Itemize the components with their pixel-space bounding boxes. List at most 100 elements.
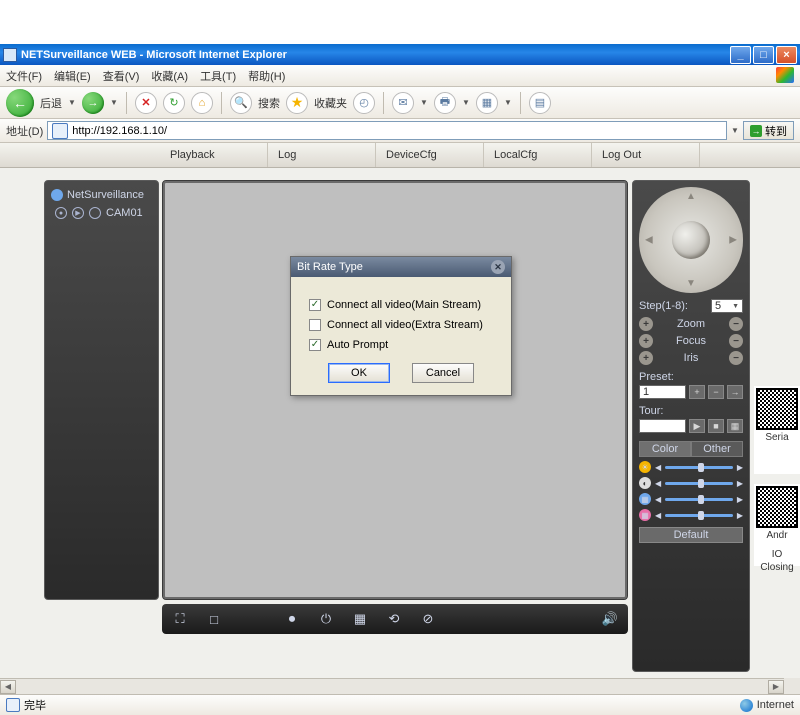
iris-out-button[interactable]: −	[729, 351, 743, 365]
preset-go-button[interactable]: →	[727, 385, 743, 399]
tab-logout[interactable]: Log Out	[592, 143, 700, 167]
connect-icon[interactable]: ⟲	[384, 610, 404, 628]
menu-help[interactable]: 帮助(H)	[248, 68, 285, 84]
single-view-icon[interactable]: □	[204, 610, 224, 628]
zone-text: Internet	[757, 699, 794, 711]
main-stream-checkbox[interactable]: ✓Connect all video(Main Stream)	[309, 299, 493, 311]
refresh-button[interactable]: ↻	[163, 92, 185, 114]
ptz-right-icon[interactable]: ▶	[729, 235, 737, 246]
ptz-center[interactable]	[672, 221, 710, 259]
minimize-button[interactable]: _	[730, 46, 751, 64]
go-label: 转到	[765, 123, 787, 139]
ptz-joystick[interactable]: ▲ ▼ ▶ ◀	[639, 187, 743, 293]
volume-icon[interactable]: 🔊	[600, 610, 620, 628]
color-tab[interactable]: Color	[639, 441, 691, 457]
preset-add-button[interactable]: +	[689, 385, 705, 399]
favorites-label: 收藏夹	[314, 95, 347, 111]
app-content: Playback Log DeviceCfg LocalCfg Log Out …	[0, 143, 800, 694]
mail-button[interactable]: ✉	[392, 92, 414, 114]
menu-view[interactable]: 查看(V)	[103, 68, 140, 84]
address-input[interactable]: http://192.168.1.10/	[47, 121, 727, 140]
menu-favorites[interactable]: 收藏(A)	[151, 68, 188, 84]
tab-playback[interactable]: Playback	[160, 143, 268, 167]
extra-stream-checkbox[interactable]: Connect all video(Extra Stream)	[309, 319, 493, 331]
menu-bar: 文件(F) 编辑(E) 查看(V) 收藏(A) 工具(T) 帮助(H)	[0, 65, 800, 87]
dialog-titlebar[interactable]: Bit Rate Type ✕	[291, 257, 511, 277]
forward-button[interactable]: →	[82, 92, 104, 114]
qr-code-icon	[756, 486, 798, 528]
status-text: 完毕	[24, 697, 46, 713]
dialog-title: Bit Rate Type	[297, 261, 363, 273]
menu-edit[interactable]: 编辑(E)	[54, 68, 91, 84]
step-label: Step(1-8):	[639, 300, 688, 312]
preset-input[interactable]: 1	[639, 385, 686, 399]
stop-button[interactable]: ✕	[135, 92, 157, 114]
tree-root[interactable]: NetSurveillance	[51, 189, 152, 201]
brightness-icon: ☀	[639, 461, 651, 473]
saturation-slider[interactable]	[665, 498, 733, 501]
forward-dropdown-icon[interactable]: ▼	[110, 98, 118, 107]
discuss-button[interactable]: ▤	[529, 92, 551, 114]
home-button[interactable]: ⌂	[191, 92, 213, 114]
ie-icon	[3, 48, 17, 62]
ptz-down-icon[interactable]: ▼	[686, 278, 696, 289]
zoom-in-button[interactable]: +	[639, 317, 653, 331]
print-button[interactable]: 🖶	[434, 92, 456, 114]
brightness-slider[interactable]	[665, 466, 733, 469]
edit-button[interactable]: ▦	[476, 92, 498, 114]
iris-in-button[interactable]: +	[639, 351, 653, 365]
ptz-up-icon[interactable]: ▲	[686, 191, 696, 202]
tour-play-button[interactable]: ▶	[689, 419, 705, 433]
search-icon[interactable]: 🔍	[230, 92, 252, 114]
record-icon[interactable]: ●	[55, 207, 67, 219]
disconnect-icon[interactable]: ⊘	[418, 610, 438, 628]
menu-file[interactable]: 文件(F)	[6, 68, 42, 84]
tab-localcfg[interactable]: LocalCfg	[484, 143, 592, 167]
favorites-icon[interactable]: ★	[286, 92, 308, 114]
cancel-button[interactable]: Cancel	[412, 363, 474, 383]
qr-serial: Seria	[754, 386, 800, 474]
auto-prompt-checkbox[interactable]: ✓Auto Prompt	[309, 339, 493, 351]
contrast-slider[interactable]	[665, 482, 733, 485]
hue-slider[interactable]	[665, 514, 733, 517]
default-button[interactable]: Default	[639, 527, 743, 543]
ok-button[interactable]: OK	[328, 363, 390, 383]
back-label: 后退	[40, 95, 62, 111]
back-dropdown-icon[interactable]: ▼	[68, 98, 76, 107]
menu-tools[interactable]: 工具(T)	[200, 68, 236, 84]
device-tree: NetSurveillance ● ▶ CAM01	[44, 180, 159, 600]
scroll-left-icon[interactable]: ◀	[0, 680, 16, 694]
focus-out-button[interactable]: −	[729, 334, 743, 348]
fullscreen-icon[interactable]: ⛶	[170, 610, 190, 628]
tour-stop-button[interactable]: ■	[708, 419, 724, 433]
address-dropdown-icon[interactable]: ▼	[731, 126, 739, 135]
history-button[interactable]: ◴	[353, 92, 375, 114]
tour-input[interactable]	[639, 419, 686, 433]
play-icon[interactable]: ▶	[72, 207, 84, 219]
other-tab[interactable]: Other	[691, 441, 743, 457]
tour-grid-button[interactable]: ▦	[727, 419, 743, 433]
horizontal-scrollbar[interactable]: ◀ ▶	[0, 678, 784, 694]
go-button[interactable]: → 转到	[743, 121, 794, 140]
contrast-icon: ◐	[639, 477, 651, 489]
camera-label[interactable]: CAM01	[106, 207, 143, 219]
close-button[interactable]: ×	[776, 46, 797, 64]
snapshot-icon[interactable]: ⏺	[282, 610, 302, 628]
scroll-right-icon[interactable]: ▶	[768, 680, 784, 694]
step-select[interactable]: 5▼	[711, 299, 743, 313]
preset-del-button[interactable]: −	[708, 385, 724, 399]
zoom-label: Zoom	[653, 318, 729, 330]
zoom-out-button[interactable]: −	[729, 317, 743, 331]
go-arrow-icon: →	[750, 125, 762, 137]
tab-devicecfg[interactable]: DeviceCfg	[376, 143, 484, 167]
picture-icon[interactable]: ▦	[350, 610, 370, 628]
tab-log[interactable]: Log	[268, 143, 376, 167]
maximize-button[interactable]: □	[753, 46, 774, 64]
dialog-close-button[interactable]: ✕	[491, 260, 505, 274]
record-all-icon[interactable]: ⏻	[316, 610, 336, 628]
ptz-left-icon[interactable]: ◀	[645, 235, 653, 246]
back-button[interactable]: ←	[6, 89, 34, 117]
stop-icon[interactable]	[89, 207, 101, 219]
focus-in-button[interactable]: +	[639, 334, 653, 348]
windows-flag-icon	[776, 67, 794, 83]
